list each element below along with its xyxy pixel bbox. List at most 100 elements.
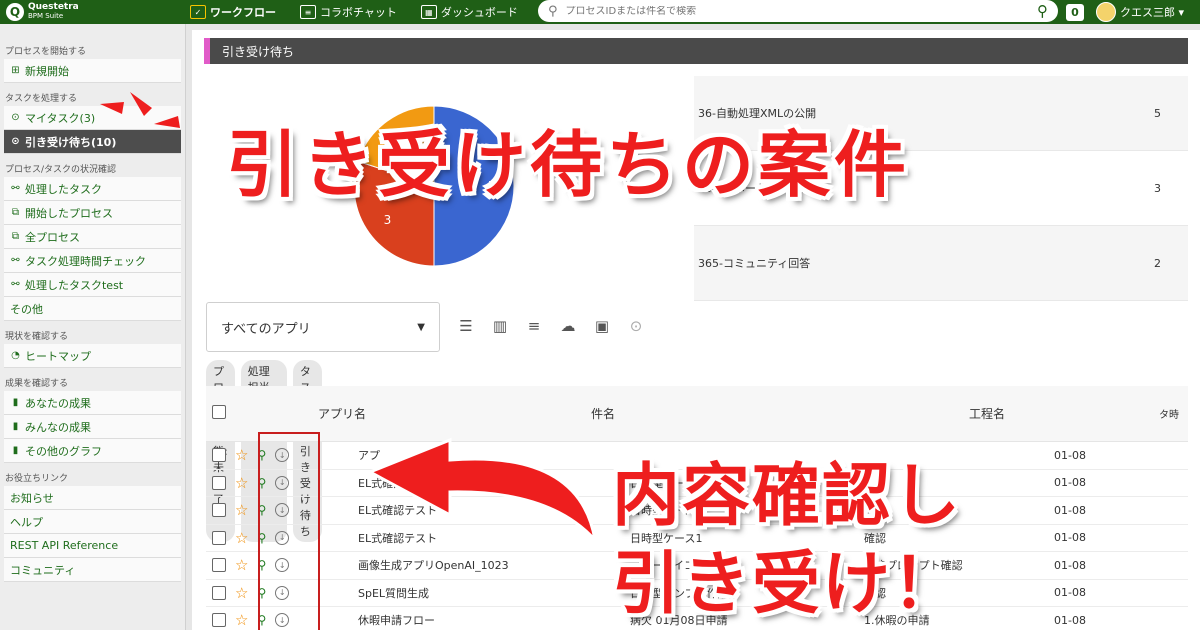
column-header-time[interactable]: タ時: [1159, 406, 1179, 421]
page-title: 引き受け待ち: [204, 38, 1188, 64]
sidebar-item-task-time-check[interactable]: ⚯ タスク処理時間チェック: [4, 249, 181, 273]
sidebar-item-news[interactable]: お知らせ: [4, 486, 181, 510]
flow-icon: ⚯: [11, 255, 20, 266]
star-icon[interactable]: ☆: [235, 529, 248, 547]
row-app-name: 休暇申請フロー: [358, 614, 435, 628]
row-app-name: SpEL質問生成: [358, 586, 430, 600]
row-checkbox[interactable]: [212, 448, 226, 463]
star-icon[interactable]: ☆: [235, 501, 248, 519]
sidebar-item-processed-test[interactable]: ⚯ 処理したタスクtest: [4, 273, 181, 297]
bar-chart-icon: ▮: [12, 397, 19, 408]
flow-icon: ⚯: [11, 183, 20, 194]
sidebar-item-label: その他のグラフ: [25, 444, 102, 458]
nav-collab-chat[interactable]: ≡ コラボチャット: [300, 4, 397, 20]
sidebar-item-label: みんなの成果: [25, 420, 91, 434]
nav-workflow-label: ワークフロー: [210, 6, 276, 19]
row-date: 01-08: [1054, 586, 1086, 600]
sidebar-item-rest-api[interactable]: REST API Reference: [4, 534, 181, 558]
sidebar-item-label: ヒートマップ: [25, 349, 91, 363]
sidebar-item-label: マイタスク(3): [25, 111, 96, 125]
sidebar-item-new-start[interactable]: ⊞ 新規開始: [4, 59, 181, 83]
copy-icon: ⧉: [11, 231, 20, 242]
logo[interactable]: Q Questetra BPM Suite: [0, 3, 190, 21]
nav-workflow[interactable]: ✓ ワークフロー: [190, 4, 276, 20]
sidebar-item-label: その他: [10, 302, 43, 316]
sidebar-item-everyone-results[interactable]: ▮ みんなの成果: [4, 415, 181, 439]
row-date: 01-08: [1054, 531, 1086, 545]
caret-down-icon: ▼: [417, 321, 425, 333]
star-icon[interactable]: ☆: [235, 584, 248, 602]
sidebar-item-label: コミュニティ: [10, 563, 76, 577]
search-submit-icon[interactable]: ⚲: [1037, 2, 1048, 20]
gauge-icon: ◔: [11, 350, 20, 361]
play-circle-icon: ⊙: [11, 112, 20, 123]
sidebar-item-your-results[interactable]: ▮ あなたの成果: [4, 391, 181, 415]
row-checkbox[interactable]: [212, 558, 226, 573]
notification-badge[interactable]: 0: [1066, 4, 1084, 21]
sidebar-item-processed-tasks[interactable]: ⚯ 処理したタスク: [4, 177, 181, 201]
row-date: 01-08: [1054, 476, 1086, 490]
logo-subtitle: BPM Suite: [28, 12, 64, 20]
logo-icon: Q: [6, 3, 24, 21]
bar-chart-icon: ▮: [12, 421, 19, 432]
callout-line1-overlay: 内容確認し: [612, 457, 963, 536]
row-date: 01-08: [1054, 558, 1086, 572]
sidebar-item-label: REST API Reference: [10, 539, 119, 552]
sidebar-item-label: ヘルプ: [10, 515, 43, 529]
sidebar-item-label: 開始したプロセス: [25, 206, 113, 220]
task-summary-name: 365-コミュニティ回答: [698, 257, 811, 270]
sidebar-item-all-processes[interactable]: ⧉ 全プロセス: [4, 225, 181, 249]
task-list-header: アプリ名 件名 工程名 タ時: [206, 386, 1188, 442]
logo-name: Questetra: [28, 2, 79, 12]
sidebar-item-label: お知らせ: [10, 491, 54, 505]
row-checkbox[interactable]: [212, 530, 226, 545]
sidebar-item-help[interactable]: ヘルプ: [4, 510, 181, 534]
app-select-dropdown[interactable]: すべてのアプリ ▼: [206, 302, 440, 352]
task-summary-row[interactable]: 365-コミュニティ回答 2: [694, 226, 1188, 301]
sidebar-item-other-graphs[interactable]: ▮ その他のグラフ: [4, 439, 181, 463]
star-icon[interactable]: ☆: [235, 446, 248, 464]
select-all-checkbox[interactable]: [212, 405, 226, 419]
user-menu[interactable]: クエス三郎 ▾: [1096, 2, 1184, 22]
bar-chart-icon: ▮: [12, 445, 19, 456]
columns-icon[interactable]: ▥: [490, 316, 510, 336]
row-checkbox[interactable]: [212, 475, 226, 490]
callout-line2-overlay: 引き受け！: [612, 545, 963, 624]
download-circle-icon[interactable]: ⊙: [626, 316, 646, 336]
attention-marks: [100, 92, 180, 128]
copy-icon: ⧉: [11, 207, 20, 218]
sidebar-item-started-processes[interactable]: ⧉ 開始したプロセス: [4, 201, 181, 225]
section-title-links: お役立ちリンク: [5, 474, 69, 484]
sidebar-item-community[interactable]: コミュニティ: [4, 558, 181, 582]
sort-icon[interactable]: ≡: [524, 316, 544, 336]
row-checkbox[interactable]: [212, 585, 226, 600]
save-icon[interactable]: ▣: [592, 316, 612, 336]
sidebar-item-others[interactable]: その他: [4, 297, 181, 321]
filter-icon[interactable]: ☰: [456, 316, 476, 336]
search-input[interactable]: [565, 5, 1037, 17]
column-header-subject[interactable]: 件名: [591, 405, 969, 422]
column-header-step[interactable]: 工程名: [969, 405, 1159, 422]
sidebar-item-heatmap[interactable]: ◔ ヒートマップ: [4, 344, 181, 368]
search-bar: ⚲ ⚲: [538, 0, 1058, 22]
star-icon[interactable]: ☆: [235, 474, 248, 492]
section-title-current: 現状を確認する: [5, 332, 69, 342]
chat-icon: ≡: [300, 5, 316, 19]
star-icon[interactable]: ☆: [235, 611, 248, 629]
toolbar: ☰ ▥ ≡ ☁ ▣ ⊙: [456, 316, 646, 336]
row-checkbox[interactable]: [212, 613, 226, 628]
app-select-value: すべてのアプリ: [221, 321, 311, 337]
top-nav-bar: Q Questetra BPM Suite ✓ ワークフロー ≡ コラボチャット…: [0, 0, 1200, 24]
task-summary-count: 3: [1154, 181, 1161, 195]
row-checkbox[interactable]: [212, 503, 226, 518]
avatar: [1096, 2, 1116, 22]
task-summary-count: 2: [1154, 256, 1161, 270]
star-icon[interactable]: ☆: [235, 556, 248, 574]
flow-icon: ⚯: [11, 279, 20, 290]
plus-square-icon: ⊞: [11, 65, 20, 76]
section-title-start: プロセスを開始する: [5, 47, 87, 57]
nav-dashboard[interactable]: ▦ ダッシュボード: [420, 4, 518, 20]
checklist-icon: ✓: [190, 5, 206, 19]
cloud-download-icon[interactable]: ☁: [558, 316, 578, 336]
headline-overlay: 引き受け待ちの案件: [226, 123, 911, 207]
